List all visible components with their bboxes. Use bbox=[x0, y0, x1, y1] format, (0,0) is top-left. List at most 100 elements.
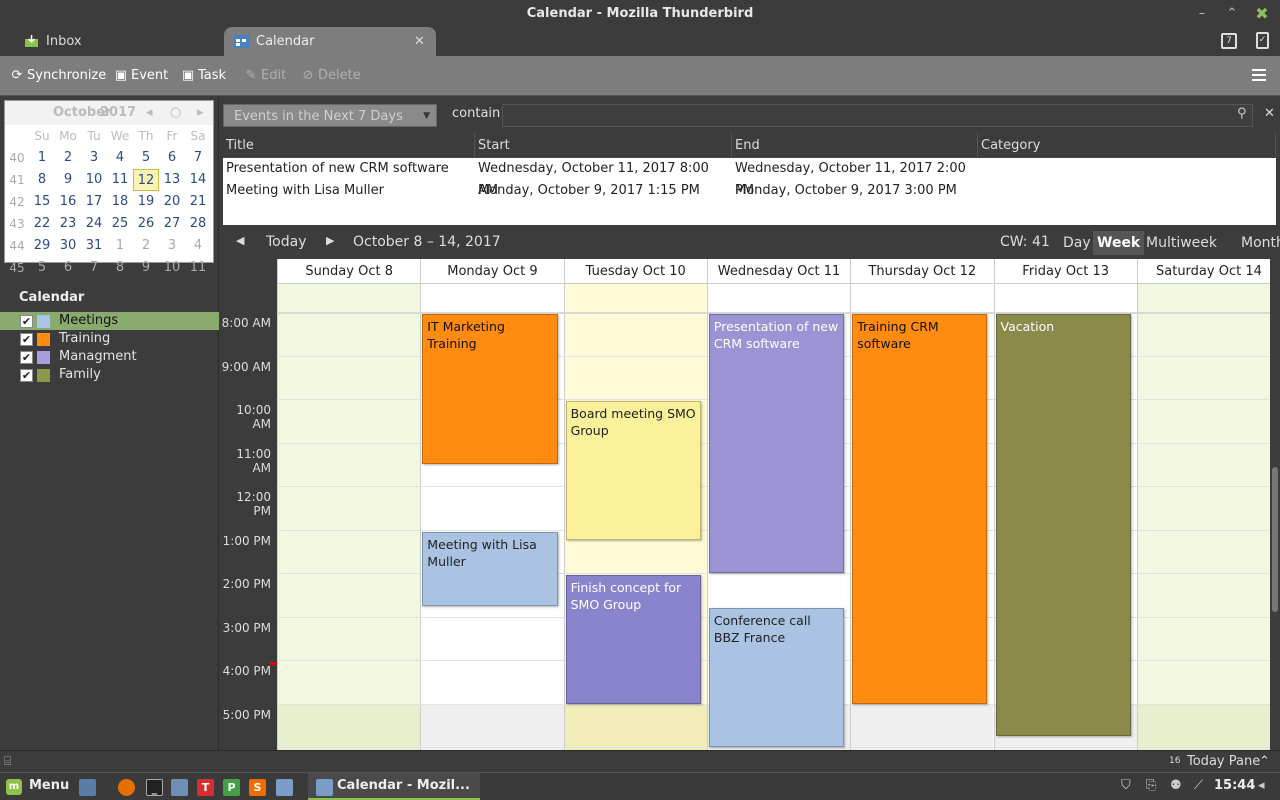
day-header[interactable]: Wednesday Oct 11 bbox=[706, 259, 851, 284]
mini-calendar-day[interactable]: 1 bbox=[107, 235, 133, 257]
checkbox-icon[interactable]: ✔ bbox=[20, 369, 33, 382]
mini-calendar-day[interactable]: 4 bbox=[107, 147, 133, 169]
view-week-button[interactable]: Week bbox=[1093, 231, 1145, 255]
mini-calendar-day[interactable]: 24 bbox=[81, 213, 107, 235]
maximize-icon[interactable]: ⌃ bbox=[1217, 0, 1247, 27]
mini-calendar-day[interactable]: 11 bbox=[107, 169, 133, 191]
event-box[interactable]: Training CRM software bbox=[852, 314, 988, 704]
clock[interactable]: 15:44 bbox=[1214, 778, 1255, 793]
mini-calendar-day[interactable]: 13 bbox=[159, 169, 185, 191]
column-title[interactable]: Title bbox=[223, 133, 475, 157]
view-day-button[interactable]: Day bbox=[1059, 231, 1095, 255]
day-header[interactable]: Friday Oct 13 bbox=[993, 259, 1137, 284]
prev-month-icon[interactable]: ◂ bbox=[146, 101, 153, 125]
mini-calendar-day[interactable]: 23 bbox=[55, 213, 81, 235]
calendar-item-training[interactable]: ✔ Training bbox=[0, 330, 219, 348]
mini-calendar-day[interactable]: 30 bbox=[55, 235, 81, 257]
column-category[interactable]: Category bbox=[978, 133, 1276, 157]
shield-icon[interactable]: ⛉ bbox=[1121, 778, 1131, 793]
app-t-icon[interactable]: T bbox=[197, 779, 214, 796]
new-event-button[interactable]: ▣ Event bbox=[113, 66, 168, 86]
mini-calendar-day[interactable]: 29 bbox=[29, 235, 55, 257]
thunderbird-icon[interactable] bbox=[276, 779, 293, 796]
close-tab-icon[interactable]: ✕ bbox=[414, 27, 425, 56]
mini-calendar-day[interactable]: 16 bbox=[55, 191, 81, 213]
view-multiweek-button[interactable]: Multiweek bbox=[1142, 231, 1221, 255]
event-filter-select[interactable]: Events in the Next 7 Days ▼ bbox=[223, 104, 437, 127]
today-circle-icon[interactable]: ○ bbox=[170, 101, 181, 125]
mini-calendar-day[interactable]: 2 bbox=[55, 147, 81, 169]
column-start[interactable]: Start bbox=[475, 133, 732, 157]
tab-calendar[interactable]: Calendar ✕ bbox=[224, 27, 436, 56]
mini-calendar-day[interactable]: 8 bbox=[107, 257, 133, 279]
new-task-button[interactable]: ▣ Task bbox=[180, 66, 226, 86]
network-icon[interactable]: ⟋ bbox=[1194, 778, 1203, 793]
show-desktop-icon[interactable] bbox=[79, 779, 96, 796]
minimize-icon[interactable]: – bbox=[1187, 0, 1217, 27]
day-header[interactable]: Saturday Oct 14 bbox=[1136, 259, 1270, 284]
search-icon[interactable]: ⚲ bbox=[1237, 106, 1247, 121]
event-box[interactable]: Board meeting SMO Group bbox=[565, 401, 701, 541]
mini-calendar-day[interactable]: 15 bbox=[29, 191, 55, 213]
prev-week-icon[interactable]: ◀ bbox=[236, 234, 244, 247]
checkbox-icon[interactable]: ✔ bbox=[20, 333, 33, 346]
event-box[interactable]: Meeting with Lisa Muller bbox=[422, 531, 558, 606]
day-column[interactable] bbox=[277, 284, 421, 750]
week-view-scrollbar[interactable] bbox=[1270, 259, 1280, 750]
mini-calendar-day[interactable]: 21 bbox=[185, 191, 211, 213]
clipboard-icon[interactable]: ⎘ bbox=[1146, 778, 1156, 793]
calendar-tab-icon[interactable]: 7 bbox=[1221, 33, 1237, 49]
files-icon[interactable] bbox=[171, 779, 188, 796]
mini-calendar-day[interactable]: 11 bbox=[185, 257, 211, 279]
next-week-icon[interactable]: ▶ bbox=[326, 234, 334, 247]
mini-calendar-day[interactable]: 5 bbox=[29, 257, 55, 279]
mini-calendar-day[interactable]: 9 bbox=[133, 257, 159, 279]
close-window-icon[interactable]: ✖ bbox=[1247, 0, 1277, 27]
calendar-item-meetings[interactable]: ✔ Meetings bbox=[0, 312, 219, 330]
event-list-row[interactable]: Presentation of new CRM software Wednesd… bbox=[223, 158, 1276, 198]
next-month-icon[interactable]: ▸ bbox=[197, 101, 204, 125]
search-input[interactable] bbox=[502, 104, 1253, 127]
mini-calendar-year[interactable]: 2017 bbox=[100, 101, 136, 125]
mini-calendar-day[interactable]: 10 bbox=[159, 257, 185, 279]
mini-calendar-day[interactable]: 12 bbox=[133, 169, 159, 191]
mini-calendar-day[interactable]: 14 bbox=[185, 169, 211, 191]
edit-button[interactable]: ✎ Edit bbox=[243, 66, 287, 86]
delete-button[interactable]: ⊘ Delete bbox=[300, 66, 361, 86]
mini-calendar-day[interactable]: 19 bbox=[133, 191, 159, 213]
scrollbar-thumb[interactable] bbox=[1272, 467, 1278, 612]
checkbox-icon[interactable]: ✔ bbox=[20, 315, 33, 328]
day-header[interactable]: Tuesday Oct 10 bbox=[563, 259, 707, 284]
view-month-button[interactable]: Month bbox=[1237, 231, 1280, 255]
app-p-icon[interactable]: P bbox=[223, 779, 240, 796]
day-column[interactable] bbox=[1136, 284, 1270, 750]
mini-calendar-day[interactable]: 17 bbox=[81, 191, 107, 213]
today-pane-toggle[interactable]: Today Pane bbox=[1187, 754, 1260, 769]
event-box[interactable]: IT Marketing Training bbox=[422, 314, 558, 465]
mini-calendar-day[interactable]: 31 bbox=[81, 235, 107, 257]
start-menu-button[interactable]: Menu bbox=[29, 778, 69, 793]
event-list-row[interactable]: Meeting with Lisa Muller Monday, October… bbox=[223, 180, 1276, 202]
day-header[interactable]: Sunday Oct 8 bbox=[277, 259, 421, 284]
mini-calendar-day[interactable]: 27 bbox=[159, 213, 185, 235]
app-s-icon[interactable]: S bbox=[249, 779, 266, 796]
synchronize-button[interactable]: ⟳ Synchronize bbox=[9, 66, 107, 86]
mini-calendar-day[interactable]: 25 bbox=[107, 213, 133, 235]
event-box[interactable]: Presentation of new CRM software bbox=[708, 314, 845, 573]
close-search-icon[interactable]: ✕ bbox=[1264, 106, 1275, 121]
online-status-icon[interactable]: ⌸ bbox=[4, 754, 11, 769]
taskbar-window-calendar[interactable]: Calendar - Mozil... bbox=[308, 773, 480, 800]
event-box[interactable]: Vacation bbox=[995, 314, 1131, 737]
mini-calendar-day[interactable]: 4 bbox=[185, 235, 211, 257]
calendar-item-family[interactable]: ✔ Family bbox=[0, 366, 219, 384]
mini-calendar-day[interactable]: 26 bbox=[133, 213, 159, 235]
hamburger-menu-icon[interactable] bbox=[1252, 69, 1266, 81]
checkbox-icon[interactable]: ✔ bbox=[20, 351, 33, 364]
mini-calendar-day[interactable]: 7 bbox=[81, 257, 107, 279]
firefox-icon[interactable] bbox=[118, 779, 135, 796]
calendar-item-managment[interactable]: ✔ Managment bbox=[0, 348, 219, 366]
mini-calendar-day[interactable]: 2 bbox=[133, 235, 159, 257]
mini-calendar-day[interactable]: 8 bbox=[29, 169, 55, 191]
column-end[interactable]: End bbox=[732, 133, 978, 157]
mini-calendar-day[interactable]: 20 bbox=[159, 191, 185, 213]
